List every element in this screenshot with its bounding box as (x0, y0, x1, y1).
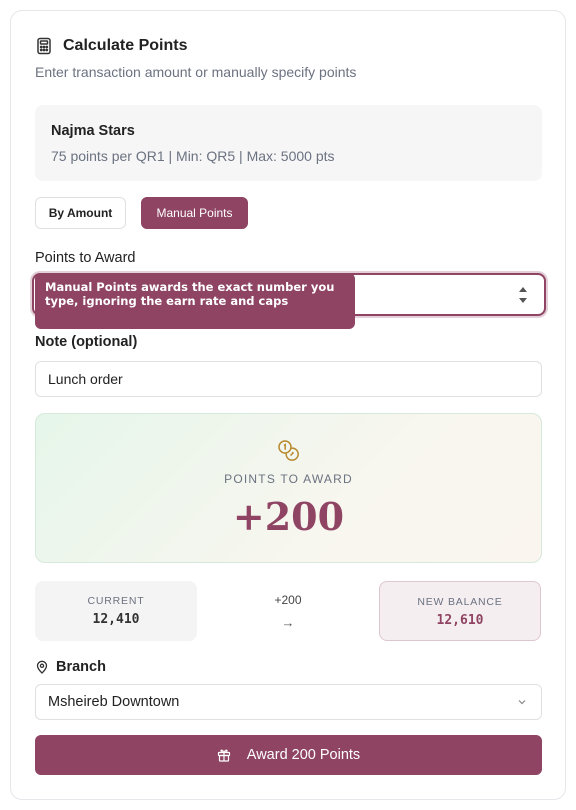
chevron-down-icon (518, 700, 526, 705)
number-spinner[interactable] (518, 287, 528, 303)
points-to-award-value: +200 (232, 494, 345, 539)
by-amount-button[interactable]: By Amount (35, 197, 126, 229)
award-points-button-label: Award 200 Points (246, 747, 361, 763)
new-balance-value: 12,610 (436, 613, 484, 628)
gift-icon (217, 749, 230, 762)
manual-points-tooltip: Manual Points awards the exact number yo… (35, 273, 355, 329)
card-header: Calculate Points (35, 37, 187, 55)
balance-delta-value: +200 (274, 593, 302, 607)
program-info-panel: Najma Stars 75 points per QR1 | Min: QR5… (35, 105, 542, 181)
calculate-points-card: Calculate Points Enter transaction amoun… (10, 10, 566, 800)
current-balance-box: CURRENT 12,410 (35, 581, 197, 641)
map-pin-icon (36, 660, 48, 674)
branch-label-text: Branch (56, 659, 106, 675)
new-balance-box: NEW BALANCE 12,610 (379, 581, 541, 641)
branch-select[interactable]: Msheireb Downtown (35, 684, 542, 720)
points-to-award-label: Points to Award (35, 250, 136, 266)
calculator-icon (37, 37, 51, 55)
chevron-down-icon[interactable] (519, 298, 527, 303)
manual-points-button[interactable]: Manual Points (141, 197, 248, 229)
award-points-button[interactable]: Award 200 Points (35, 735, 542, 775)
branch-selected-value: Msheireb Downtown (48, 694, 180, 710)
points-to-award-summary: POINTS TO AWARD +200 (35, 413, 542, 563)
points-to-award-caption: POINTS TO AWARD (224, 472, 353, 486)
note-label: Note (optional) (35, 334, 138, 350)
new-balance-label: NEW BALANCE (417, 596, 503, 608)
card-title: Calculate Points (63, 37, 188, 54)
program-name: Najma Stars (51, 123, 135, 139)
card-subtitle: Enter transaction amount or manually spe… (35, 64, 357, 80)
note-input[interactable]: Lunch order (35, 361, 542, 397)
balance-delta: +200 → (213, 593, 363, 630)
current-balance-value: 12,410 (92, 612, 140, 627)
current-balance-label: CURRENT (87, 595, 145, 607)
program-rules: 75 points per QR1 | Min: QR5 | Max: 5000… (51, 148, 335, 164)
branch-label: Branch (35, 659, 106, 675)
arrow-right-icon: → (281, 615, 295, 630)
chevron-up-icon[interactable] (519, 287, 527, 292)
coins-icon (278, 440, 299, 461)
